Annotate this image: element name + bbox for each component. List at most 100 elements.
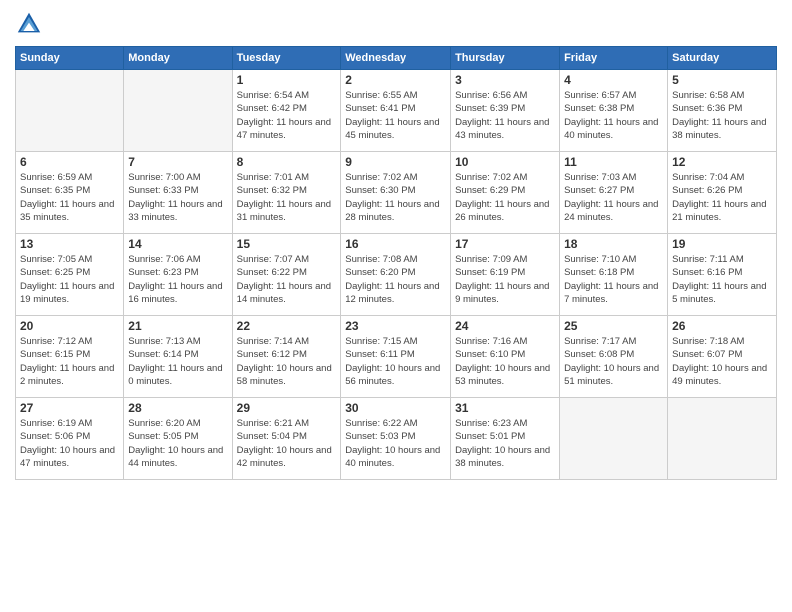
day-info: Sunrise: 6:59 AM Sunset: 6:35 PM Dayligh… — [20, 171, 119, 224]
calendar-cell: 18 Sunrise: 7:10 AM Sunset: 6:18 PM Dayli… — [560, 234, 668, 316]
day-info: Sunrise: 6:20 AM Sunset: 5:05 PM Dayligh… — [128, 417, 227, 470]
day-number: 25 — [564, 319, 663, 333]
day-number: 6 — [20, 155, 119, 169]
calendar-cell: 21 Sunrise: 7:13 AM Sunset: 6:14 PM Dayli… — [124, 316, 232, 398]
day-number: 9 — [345, 155, 446, 169]
day-number: 13 — [20, 237, 119, 251]
day-number: 28 — [128, 401, 227, 415]
calendar-cell: 1 Sunrise: 6:54 AM Sunset: 6:42 PM Daylig… — [232, 70, 341, 152]
calendar-cell: 30 Sunrise: 6:22 AM Sunset: 5:03 PM Dayli… — [341, 398, 451, 480]
weekday-header: Thursday — [451, 47, 560, 70]
calendar-cell — [668, 398, 777, 480]
weekday-header: Wednesday — [341, 47, 451, 70]
day-number: 29 — [237, 401, 337, 415]
calendar-cell: 2Sunrise: 6:55 AM Sunset: 6:41 PM Daylig… — [341, 70, 451, 152]
day-number: 27 — [20, 401, 119, 415]
calendar-cell: 11 Sunrise: 7:03 AM Sunset: 6:27 PM Dayli… — [560, 152, 668, 234]
calendar-table: SundayMondayTuesdayWednesdayThursdayFrid… — [15, 46, 777, 480]
day-info: Sunrise: 7:07 AM Sunset: 6:22 PM Dayligh… — [237, 253, 337, 306]
day-info: Sunrise: 7:14 AM Sunset: 6:12 PM Dayligh… — [237, 335, 337, 388]
calendar-cell: 31 Sunrise: 6:23 AM Sunset: 5:01 PM Dayli… — [451, 398, 560, 480]
calendar-cell: 23 Sunrise: 7:15 AM Sunset: 6:11 PM Dayli… — [341, 316, 451, 398]
calendar-cell: 4 Sunrise: 6:57 AM Sunset: 6:38 PM Daylig… — [560, 70, 668, 152]
day-info: Sunrise: 6:22 AM Sunset: 5:03 PM Dayligh… — [345, 417, 446, 470]
calendar-cell: 3Sunrise: 6:56 AM Sunset: 6:39 PM Daylig… — [451, 70, 560, 152]
calendar-cell: 25 Sunrise: 7:17 AM Sunset: 6:08 PM Dayli… — [560, 316, 668, 398]
day-number: 18 — [564, 237, 663, 251]
day-info: Sunrise: 6:19 AM Sunset: 5:06 PM Dayligh… — [20, 417, 119, 470]
day-number: 1 — [237, 73, 337, 87]
calendar-cell: 17Sunrise: 7:09 AM Sunset: 6:19 PM Dayli… — [451, 234, 560, 316]
calendar-cell: 12 Sunrise: 7:04 AM Sunset: 6:26 PM Dayli… — [668, 152, 777, 234]
calendar-week-row: 20 Sunrise: 7:12 AM Sunset: 6:15 PM Dayli… — [16, 316, 777, 398]
day-info: Sunrise: 6:21 AM Sunset: 5:04 PM Dayligh… — [237, 417, 337, 470]
day-number: 11 — [564, 155, 663, 169]
day-info: Sunrise: 7:13 AM Sunset: 6:14 PM Dayligh… — [128, 335, 227, 388]
day-info: Sunrise: 7:11 AM Sunset: 6:16 PM Dayligh… — [672, 253, 772, 306]
logo — [15, 10, 47, 38]
day-number: 4 — [564, 73, 663, 87]
calendar-cell: 20 Sunrise: 7:12 AM Sunset: 6:15 PM Dayli… — [16, 316, 124, 398]
day-info: Sunrise: 7:10 AM Sunset: 6:18 PM Dayligh… — [564, 253, 663, 306]
day-number: 10 — [455, 155, 555, 169]
day-info: Sunrise: 7:08 AM Sunset: 6:20 PM Dayligh… — [345, 253, 446, 306]
day-number: 22 — [237, 319, 337, 333]
day-info: Sunrise: 6:58 AM Sunset: 6:36 PM Dayligh… — [672, 89, 772, 142]
calendar-cell: 8 Sunrise: 7:01 AM Sunset: 6:32 PM Daylig… — [232, 152, 341, 234]
day-number: 3 — [455, 73, 555, 87]
day-number: 7 — [128, 155, 227, 169]
weekday-header: Saturday — [668, 47, 777, 70]
day-info: Sunrise: 6:57 AM Sunset: 6:38 PM Dayligh… — [564, 89, 663, 142]
calendar-cell: 26 Sunrise: 7:18 AM Sunset: 6:07 PM Dayli… — [668, 316, 777, 398]
day-info: Sunrise: 6:23 AM Sunset: 5:01 PM Dayligh… — [455, 417, 555, 470]
day-number: 12 — [672, 155, 772, 169]
day-info: Sunrise: 7:12 AM Sunset: 6:15 PM Dayligh… — [20, 335, 119, 388]
calendar-cell: 19 Sunrise: 7:11 AM Sunset: 6:16 PM Dayli… — [668, 234, 777, 316]
day-info: Sunrise: 7:02 AM Sunset: 6:30 PM Dayligh… — [345, 171, 446, 224]
calendar-cell: 16Sunrise: 7:08 AM Sunset: 6:20 PM Dayli… — [341, 234, 451, 316]
day-info: Sunrise: 7:04 AM Sunset: 6:26 PM Dayligh… — [672, 171, 772, 224]
day-number: 30 — [345, 401, 446, 415]
day-info: Sunrise: 7:05 AM Sunset: 6:25 PM Dayligh… — [20, 253, 119, 306]
calendar-cell: 14 Sunrise: 7:06 AM Sunset: 6:23 PM Dayli… — [124, 234, 232, 316]
calendar-cell: 7 Sunrise: 7:00 AM Sunset: 6:33 PM Daylig… — [124, 152, 232, 234]
day-info: Sunrise: 7:18 AM Sunset: 6:07 PM Dayligh… — [672, 335, 772, 388]
weekday-header: Tuesday — [232, 47, 341, 70]
calendar-cell: 13 Sunrise: 7:05 AM Sunset: 6:25 PM Dayli… — [16, 234, 124, 316]
weekday-header: Monday — [124, 47, 232, 70]
day-number: 31 — [455, 401, 555, 415]
weekday-header-row: SundayMondayTuesdayWednesdayThursdayFrid… — [16, 47, 777, 70]
calendar-page: SundayMondayTuesdayWednesdayThursdayFrid… — [0, 0, 792, 612]
calendar-cell: 29 Sunrise: 6:21 AM Sunset: 5:04 PM Dayli… — [232, 398, 341, 480]
calendar-cell: 27 Sunrise: 6:19 AM Sunset: 5:06 PM Dayli… — [16, 398, 124, 480]
day-info: Sunrise: 6:55 AM Sunset: 6:41 PM Dayligh… — [345, 89, 446, 142]
day-info: Sunrise: 7:00 AM Sunset: 6:33 PM Dayligh… — [128, 171, 227, 224]
day-number: 24 — [455, 319, 555, 333]
calendar-cell — [16, 70, 124, 152]
calendar-cell: 10Sunrise: 7:02 AM Sunset: 6:29 PM Dayli… — [451, 152, 560, 234]
day-number: 26 — [672, 319, 772, 333]
day-info: Sunrise: 7:16 AM Sunset: 6:10 PM Dayligh… — [455, 335, 555, 388]
day-number: 14 — [128, 237, 227, 251]
calendar-week-row: 27 Sunrise: 6:19 AM Sunset: 5:06 PM Dayli… — [16, 398, 777, 480]
day-number: 8 — [237, 155, 337, 169]
calendar-cell: 24 Sunrise: 7:16 AM Sunset: 6:10 PM Dayli… — [451, 316, 560, 398]
day-info: Sunrise: 7:01 AM Sunset: 6:32 PM Dayligh… — [237, 171, 337, 224]
day-number: 19 — [672, 237, 772, 251]
calendar-week-row: 13 Sunrise: 7:05 AM Sunset: 6:25 PM Dayli… — [16, 234, 777, 316]
calendar-cell: 6 Sunrise: 6:59 AM Sunset: 6:35 PM Daylig… — [16, 152, 124, 234]
day-info: Sunrise: 7:06 AM Sunset: 6:23 PM Dayligh… — [128, 253, 227, 306]
day-number: 20 — [20, 319, 119, 333]
day-number: 15 — [237, 237, 337, 251]
day-number: 21 — [128, 319, 227, 333]
day-info: Sunrise: 7:17 AM Sunset: 6:08 PM Dayligh… — [564, 335, 663, 388]
calendar-cell: 5 Sunrise: 6:58 AM Sunset: 6:36 PM Daylig… — [668, 70, 777, 152]
day-number: 23 — [345, 319, 446, 333]
day-info: Sunrise: 6:54 AM Sunset: 6:42 PM Dayligh… — [237, 89, 337, 142]
header — [15, 10, 777, 38]
day-info: Sunrise: 7:15 AM Sunset: 6:11 PM Dayligh… — [345, 335, 446, 388]
weekday-header: Sunday — [16, 47, 124, 70]
calendar-cell — [560, 398, 668, 480]
day-number: 5 — [672, 73, 772, 87]
day-info: Sunrise: 7:03 AM Sunset: 6:27 PM Dayligh… — [564, 171, 663, 224]
